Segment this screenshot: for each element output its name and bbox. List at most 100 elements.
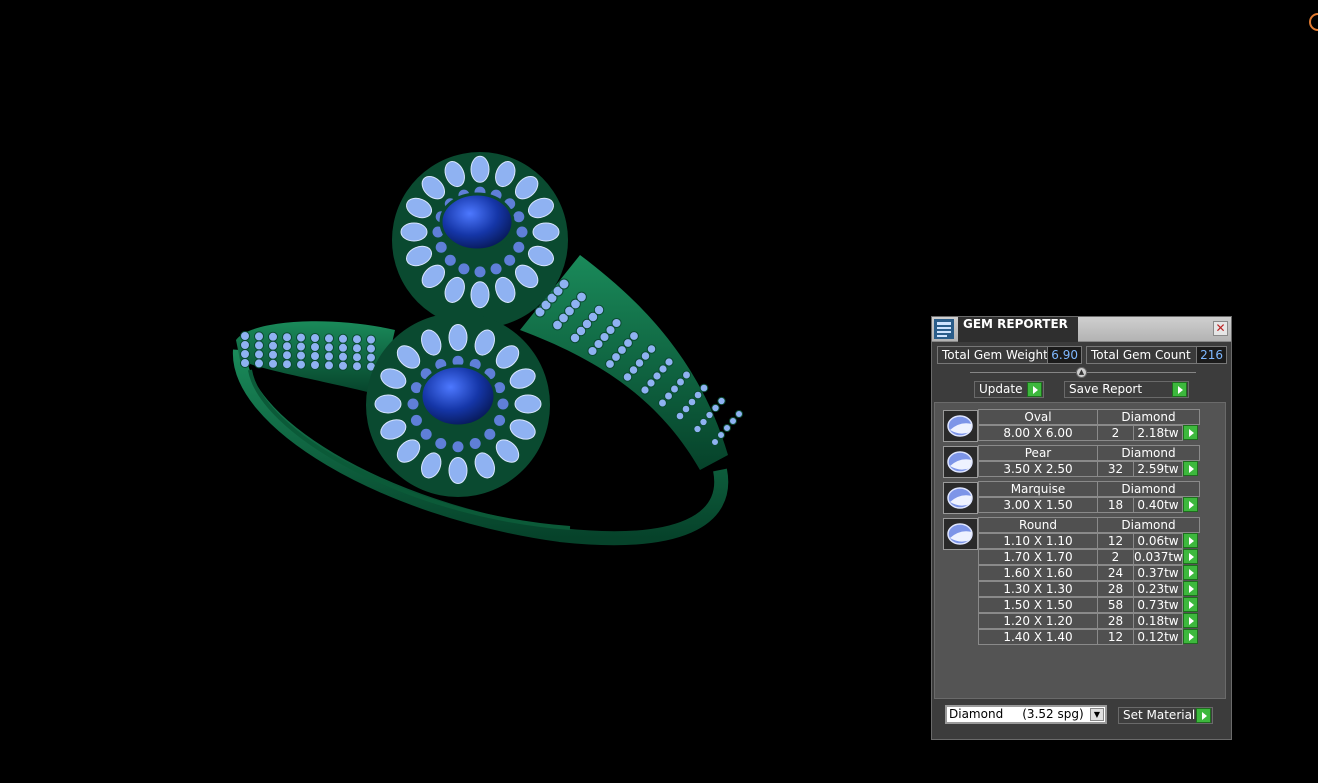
pear-stone <box>532 222 560 242</box>
marquise-stone <box>458 263 470 275</box>
gem-size-cell: 1.20 X 1.20 <box>978 613 1098 629</box>
row-select-button[interactable] <box>1183 425 1198 440</box>
round-stone <box>646 378 656 388</box>
round-stone <box>352 361 362 372</box>
marquise-stone <box>494 414 506 426</box>
marquise-stone <box>407 398 419 410</box>
gem-weight-cell: 0.18tw <box>1133 613 1183 629</box>
round-stone <box>366 334 376 345</box>
gem-size-cell: 1.60 X 1.60 <box>978 565 1098 581</box>
gem-shape-thumbnail[interactable] <box>943 446 978 478</box>
round-stone <box>682 370 691 380</box>
marquise-stone <box>490 263 502 275</box>
round-stone <box>268 358 278 369</box>
marquise-stone <box>513 211 525 223</box>
row-select-button[interactable] <box>1183 565 1198 580</box>
pear-stone <box>374 394 402 414</box>
round-stone <box>699 417 708 427</box>
marquise-stone <box>504 254 516 266</box>
round-stone <box>611 317 622 329</box>
round-stone <box>282 332 292 343</box>
gem-shape-thumbnail[interactable] <box>943 482 978 514</box>
gem-count-cell: 12 <box>1097 629 1134 645</box>
gem-size-cell: 1.70 X 1.70 <box>978 549 1098 565</box>
gem-size-cell: 1.50 X 1.50 <box>978 597 1098 613</box>
marquise-stone <box>435 437 447 449</box>
round-stone <box>310 351 320 361</box>
gem-list[interactable]: Oval Diamond 8.00 X 6.00 2 2.18tw Pear Diamond… <box>934 402 1226 699</box>
gem-count-cell: 28 <box>1097 613 1134 629</box>
chevron-down-icon[interactable]: ▼ <box>1090 708 1104 721</box>
gem-material-label: Diamond <box>1097 445 1200 461</box>
row-select-button[interactable] <box>1183 613 1198 628</box>
round-stone <box>658 398 667 408</box>
round-stone <box>366 352 376 363</box>
slider-handle[interactable]: ▲ <box>1076 367 1087 378</box>
gem-weight-cell: 2.18tw <box>1133 425 1183 441</box>
save-report-button[interactable]: Save Report <box>1064 381 1189 398</box>
round-stone <box>240 340 250 350</box>
total-gem-weight-label: Total Gem Weight <box>942 348 1048 362</box>
gem-size-cell: 8.00 X 6.00 <box>978 425 1098 441</box>
marquise-stone <box>452 441 464 453</box>
row-select-button[interactable] <box>1183 597 1198 612</box>
gem-count-cell: 32 <box>1097 461 1134 477</box>
set-material-button[interactable]: Set Material <box>1118 707 1213 724</box>
round-stone <box>268 340 278 351</box>
round-stone <box>717 431 725 439</box>
row-select-button[interactable] <box>1183 497 1198 512</box>
play-arrow-icon <box>1196 708 1211 723</box>
round-stone <box>296 332 306 343</box>
gem-shape-label: Round <box>978 517 1098 533</box>
round-stone <box>254 358 264 369</box>
marquise-stone <box>497 398 509 410</box>
close-icon[interactable]: ✕ <box>1213 321 1228 336</box>
round-stone <box>687 397 697 407</box>
gem-material-label: Diamond <box>1097 517 1200 533</box>
round-stone <box>282 350 292 361</box>
round-stone <box>629 331 639 341</box>
round-stone <box>652 371 662 381</box>
round-stone <box>676 377 685 387</box>
row-select-button[interactable] <box>1183 549 1198 564</box>
round-stone <box>338 360 348 371</box>
update-button[interactable]: Update <box>974 381 1044 398</box>
gem-weight-cell: 0.73tw <box>1133 597 1183 613</box>
round-stone <box>711 438 719 446</box>
gem-weight-cell: 0.40tw <box>1133 497 1183 513</box>
title-bar[interactable]: GEM REPORTER ✕ <box>932 317 1231 342</box>
gem-size-cell: 3.50 X 2.50 <box>978 461 1098 477</box>
row-select-button[interactable] <box>1183 533 1198 548</box>
gem-count-cell: 18 <box>1097 497 1134 513</box>
panel-title: GEM REPORTER <box>958 317 1078 342</box>
round-stone <box>338 333 348 344</box>
round-stone <box>646 344 657 354</box>
material-dropdown[interactable]: Diamond (3.52 spg) ▼ <box>945 705 1107 724</box>
row-select-button[interactable] <box>1183 581 1198 596</box>
round-stone <box>282 359 292 370</box>
round-stone <box>324 333 334 344</box>
round-stone <box>352 343 362 354</box>
row-select-button[interactable] <box>1183 461 1198 476</box>
gem-shape-thumbnail[interactable] <box>943 410 978 442</box>
round-stone <box>352 352 362 363</box>
total-gem-weight-value: 6.90 <box>1047 347 1081 363</box>
round-stone <box>366 343 376 354</box>
round-stone <box>675 411 685 421</box>
round-stone <box>723 424 731 432</box>
round-stone <box>735 410 743 418</box>
play-arrow-icon <box>1172 382 1187 397</box>
marquise-stone <box>435 241 447 253</box>
bangle-render <box>232 152 743 546</box>
center-oval-stone-top <box>439 192 515 252</box>
round-stone <box>254 331 264 342</box>
round-stone <box>640 385 650 395</box>
round-stone <box>717 396 726 406</box>
round-stone <box>693 424 702 434</box>
gem-weight-cell: 0.06tw <box>1133 533 1183 549</box>
gem-shape-label: Marquise <box>978 481 1098 497</box>
gem-material-label: Diamond <box>1097 409 1200 425</box>
gem-shape-thumbnail[interactable] <box>943 518 978 550</box>
round-stone <box>670 384 679 394</box>
row-select-button[interactable] <box>1183 629 1198 644</box>
